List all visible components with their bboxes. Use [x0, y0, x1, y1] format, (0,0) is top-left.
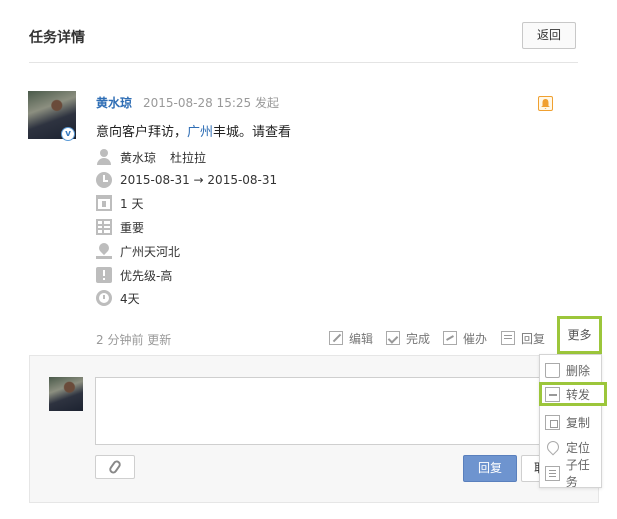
detail-date-range: 2015-08-31 → 2015-08-31 — [96, 171, 277, 189]
importance: 重要 — [120, 220, 145, 235]
task-content-suffix: 丰城。请查看 — [213, 125, 292, 140]
edit-button[interactable]: 编辑 — [329, 329, 373, 347]
vip-badge: v — [61, 127, 75, 141]
table-icon — [96, 219, 112, 235]
menu-item-copy[interactable]: 复制 — [540, 410, 601, 434]
page-title: 任务详情 — [29, 30, 85, 46]
complete-button[interactable]: 完成 — [386, 329, 430, 347]
checkbox-icon — [386, 331, 400, 345]
menu-item-copy-label: 复制 — [566, 415, 591, 430]
detail-importance: 重要 — [96, 218, 144, 236]
header-divider — [29, 62, 578, 63]
copy-icon — [545, 414, 560, 430]
location-pin-icon — [96, 243, 112, 259]
more-menu: 删除 转发 复制 定位 子任务 — [539, 354, 607, 489]
date-range: 2015-08-31 → 2015-08-31 — [120, 173, 278, 187]
detail-location: 广州天河北 — [96, 242, 180, 260]
bell-icon[interactable] — [538, 96, 553, 111]
pencil-icon — [329, 331, 343, 345]
comment-icon — [501, 331, 515, 345]
menu-item-delete-label: 删除 — [566, 363, 591, 378]
menu-item-subtask-label: 子任务 — [565, 458, 590, 489]
duration: 1 天 — [120, 196, 144, 211]
task-content-link[interactable]: 广州 — [187, 125, 213, 140]
reply-button[interactable]: 回复 — [501, 329, 545, 347]
menu-item-locate-label: 定位 — [566, 440, 591, 455]
person-icon — [96, 149, 112, 165]
calendar-icon — [96, 195, 112, 211]
reminder: 4天 — [120, 291, 140, 306]
more-button[interactable]: 更多 — [557, 316, 602, 354]
reply-avatar-image — [49, 377, 83, 411]
participant: 杜拉拉 — [170, 150, 207, 165]
urge-button[interactable]: 催办 — [443, 329, 487, 347]
submit-reply-button[interactable]: 回复 — [463, 455, 517, 482]
task-content-prefix: 意向客户拜访， — [96, 125, 188, 140]
menu-item-forward[interactable]: 转发 — [539, 382, 607, 406]
urge-label: 催办 — [463, 331, 488, 346]
reply-avatar — [49, 377, 83, 411]
location-icon — [544, 438, 562, 456]
priority: 优先级-高 — [120, 268, 173, 283]
location: 广州天河北 — [120, 244, 181, 259]
task-content: 意向客户拜访，广州丰城。请查看 — [96, 121, 291, 140]
paperclip-icon — [107, 458, 123, 476]
posted-time: 2015-08-28 15:25 发起 — [143, 96, 279, 110]
reply-label: 回复 — [521, 331, 546, 346]
detail-duration: 1 天 — [96, 194, 143, 212]
subtask-icon — [545, 465, 560, 481]
detail-priority: 优先级-高 — [96, 266, 172, 284]
exclamation-icon — [96, 267, 112, 283]
detail-reminder: 4天 — [96, 289, 140, 307]
author-name[interactable]: 黄水琼 — [96, 94, 132, 111]
trash-icon — [545, 362, 560, 378]
forward-icon — [545, 386, 560, 402]
edit-label: 编辑 — [349, 331, 374, 346]
updated-time: 2 分钟前 更新 — [96, 333, 172, 347]
urge-icon — [443, 331, 457, 345]
assignee: 黄水琼 — [120, 150, 157, 165]
attach-button[interactable] — [95, 455, 135, 479]
reply-textarea[interactable] — [95, 377, 555, 445]
alarm-clock-icon — [96, 290, 112, 306]
menu-item-subtask[interactable]: 子任务 — [540, 458, 601, 489]
detail-people: 黄水琼 杜拉拉 — [96, 148, 206, 166]
menu-item-forward-label: 转发 — [566, 387, 591, 402]
back-button[interactable]: 返回 — [522, 22, 576, 49]
complete-label: 完成 — [406, 331, 431, 346]
menu-item-delete[interactable]: 删除 — [540, 358, 601, 382]
clock-icon — [96, 172, 112, 188]
